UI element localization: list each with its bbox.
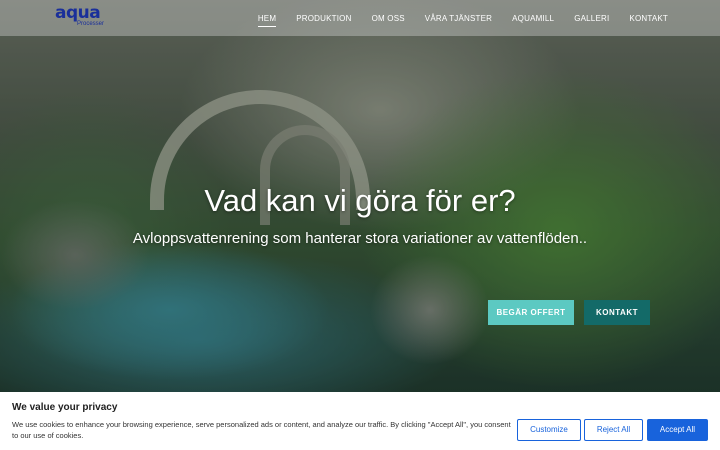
nav-item-om-oss[interactable]: Om oss (372, 14, 405, 23)
request-quote-button[interactable]: BEGÄR OFFERT (488, 300, 574, 325)
nav-item-hem[interactable]: Hem (257, 14, 277, 27)
contact-button[interactable]: KONTAKT (584, 300, 650, 325)
accept-all-button[interactable]: Accept All (647, 419, 708, 441)
cookie-title: We value your privacy (12, 402, 118, 413)
main-nav: Hem Produktion Om oss Våra tjänster Aqua… (257, 0, 668, 36)
logo[interactable]: aqua Processer (55, 3, 105, 30)
logo-text: aqua (55, 3, 101, 23)
nav-item-produktion[interactable]: Produktion (296, 14, 351, 23)
cookie-banner: We value your privacy We use cookies to … (0, 392, 720, 450)
nav-item-aquamill[interactable]: Aquamill (512, 14, 554, 23)
hero-subtitle: Avloppsvattenrening som hanterar stora v… (132, 230, 588, 247)
customize-button[interactable]: Customize (517, 419, 581, 441)
reject-all-button[interactable]: Reject All (584, 419, 643, 441)
logo-subtext: Processer (77, 21, 105, 27)
cookie-text: We use cookies to enhance your browsing … (12, 420, 511, 440)
hero-title: Vad kan vi göra för er? (204, 183, 516, 218)
navbar: aqua Processer Hem Produktion Om oss Vår… (0, 0, 720, 36)
nav-item-kontakt[interactable]: Kontakt (629, 14, 668, 23)
nav-item-galleri[interactable]: Galleri (574, 14, 609, 23)
nav-item-vara-tjanster[interactable]: Våra tjänster (425, 14, 492, 23)
